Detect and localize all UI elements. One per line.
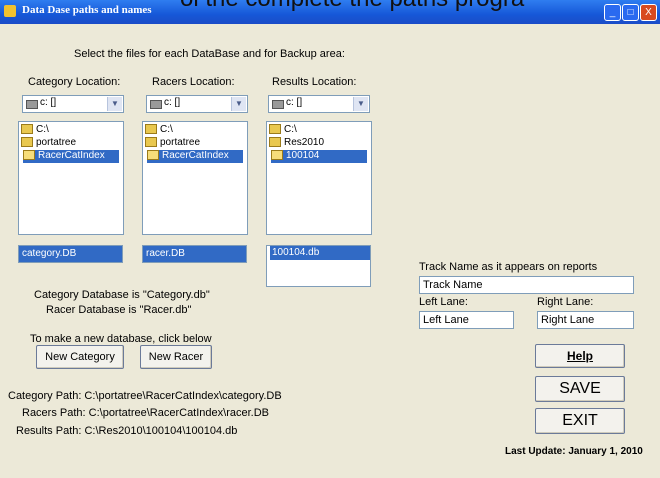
right-lane-label: Right Lane: <box>537 296 594 308</box>
category-drive-select[interactable]: c: [] ▼ <box>22 95 124 113</box>
racers-drive-value: c: [] <box>164 97 181 108</box>
category-file-list[interactable]: category.DB <box>18 245 123 263</box>
overlay-caption: ol the complete the paths progra <box>0 0 660 12</box>
folder-item[interactable]: Res2010 <box>269 137 324 150</box>
track-name-label: Track Name as it appears on reports <box>419 261 598 273</box>
results-path: Results Path: C:\Res2010\100104\100104.d… <box>16 425 238 437</box>
help-button[interactable]: Help <box>535 344 625 368</box>
right-lane-input[interactable]: Right Lane <box>537 311 634 329</box>
category-drive-value: c: [] <box>40 97 57 108</box>
racers-path: Racers Path: C:\portatree\RacerCatIndex\… <box>22 407 269 419</box>
folder-item-selected[interactable]: 100104 <box>271 150 367 163</box>
folder-open-icon <box>21 124 33 135</box>
last-update: Last Update: January 1, 2010 <box>505 446 643 457</box>
chevron-down-icon[interactable]: ▼ <box>231 97 246 111</box>
new-racer-button[interactable]: New Racer <box>140 345 212 369</box>
left-lane-input[interactable]: Left Lane <box>419 311 514 329</box>
drive-icon <box>272 100 284 109</box>
folder-item-selected[interactable]: RacerCatIndex <box>23 150 119 163</box>
category-folder-list[interactable]: C:\ portatree RacerCatIndex <box>18 121 124 235</box>
folder-open-icon <box>269 124 281 135</box>
exit-button[interactable]: EXIT <box>535 408 625 434</box>
folder-item[interactable]: portatree <box>145 137 200 150</box>
save-button[interactable]: SAVE <box>535 376 625 402</box>
folder-item[interactable]: C:\ <box>145 124 173 137</box>
drive-icon <box>150 100 162 109</box>
folder-item[interactable]: C:\ <box>21 124 49 137</box>
results-drive-select[interactable]: c: [] ▼ <box>268 95 370 113</box>
new-db-hint: To make a new database, click below <box>30 333 212 345</box>
folder-icon <box>23 150 35 161</box>
drive-icon <box>26 100 38 109</box>
app-window: Data Dase paths and names _ □ X Select t… <box>0 0 660 478</box>
results-file-list[interactable]: 100104.db <box>266 245 371 287</box>
category-location-label: Category Location: <box>28 76 121 88</box>
instructions-heading: Select the files for each DataBase and f… <box>74 48 345 60</box>
results-drive-value: c: [] <box>286 97 303 108</box>
racer-db-info: Racer Database is "Racer.db" <box>46 304 192 316</box>
folder-item[interactable]: portatree <box>21 137 76 150</box>
chevron-down-icon[interactable]: ▼ <box>107 97 122 111</box>
folder-item[interactable]: C:\ <box>269 124 297 137</box>
folder-open-icon <box>21 137 33 148</box>
new-category-button[interactable]: New Category <box>36 345 124 369</box>
folder-open-icon <box>145 124 157 135</box>
results-file-item[interactable]: 100104.db <box>270 246 370 260</box>
folder-icon <box>147 150 159 161</box>
category-db-info: Category Database is "Category.db" <box>34 289 210 301</box>
left-lane-label: Left Lane: <box>419 296 468 308</box>
track-name-input[interactable]: Track Name <box>419 276 634 294</box>
racers-file-list[interactable]: racer.DB <box>142 245 247 263</box>
chevron-down-icon[interactable]: ▼ <box>353 97 368 111</box>
folder-item-selected[interactable]: RacerCatIndex <box>147 150 243 163</box>
folder-icon <box>271 150 283 161</box>
racers-folder-list[interactable]: C:\ portatree RacerCatIndex <box>142 121 248 235</box>
folder-open-icon <box>269 137 281 148</box>
results-folder-list[interactable]: C:\ Res2010 100104 <box>266 121 372 235</box>
category-path: Category Path: C:\portatree\RacerCatInde… <box>8 390 282 402</box>
racers-drive-select[interactable]: c: [] ▼ <box>146 95 248 113</box>
racers-location-label: Racers Location: <box>152 76 235 88</box>
folder-open-icon <box>145 137 157 148</box>
results-location-label: Results Location: <box>272 76 357 88</box>
